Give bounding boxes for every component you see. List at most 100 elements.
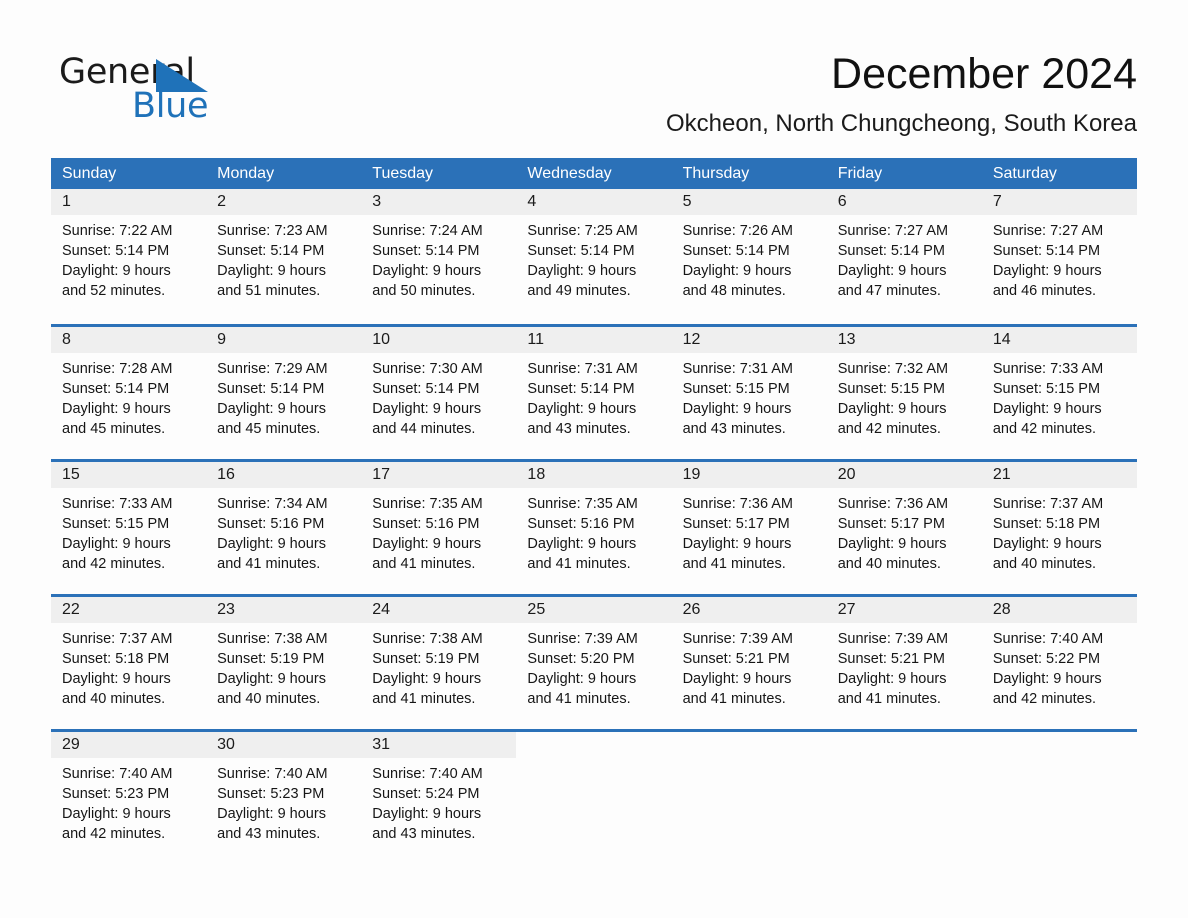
day-details: Sunrise: 7:31 AM Sunset: 5:15 PM Daylight:… (672, 353, 827, 439)
sunrise-text: Sunrise: 7:33 AM (992, 361, 1104, 377)
sunrise-text: Sunrise: 7:32 AM (837, 361, 949, 377)
day-details: Sunrise: 7:35 AM Sunset: 5:16 PM Daylight:… (516, 488, 671, 574)
daylight-text-line2: and 48 minutes. (682, 283, 786, 299)
calendar-day-cell[interactable]: 4 Sunrise: 7:25 AM Sunset: 5:14 PM Daylight… (516, 189, 672, 324)
sunset-text: Sunset: 5:15 PM (682, 381, 790, 397)
calendar-day-cell[interactable]: 13 Sunrise: 7:32 AM Sunset: 5:15 PM Dayligh… (826, 327, 982, 459)
calendar-day-cell[interactable]: 24 Sunrise: 7:38 AM Sunset: 5:19 PM Dayligh… (361, 597, 517, 729)
day-number: 16 (217, 466, 235, 483)
sunrise-text: Sunrise: 7:37 AM (992, 496, 1104, 512)
day-number-bar: 16 (206, 462, 362, 488)
sunrise-text: Sunrise: 7:39 AM (682, 631, 793, 647)
sunrise-text: Sunrise: 7:40 AM (62, 766, 173, 782)
daylight-text-line1: Daylight: 9 hours (837, 401, 947, 417)
sunset-text: Sunset: 5:14 PM (837, 243, 945, 259)
calendar-day-cell-empty (981, 732, 1137, 849)
day-number-bar: 11 (516, 327, 672, 353)
calendar-day-cell[interactable]: 17 Sunrise: 7:35 AM Sunset: 5:16 PM Dayligh… (361, 462, 517, 594)
calendar-day-cell[interactable]: 9 Sunrise: 7:29 AM Sunset: 5:14 PM Daylight… (206, 327, 362, 459)
day-details: Sunrise: 7:38 AM Sunset: 5:19 PM Daylight:… (361, 623, 516, 709)
calendar-day-cell[interactable]: 7 Sunrise: 7:27 AM Sunset: 5:14 PM Daylight… (981, 189, 1137, 324)
daylight-text-line1: Daylight: 9 hours (372, 806, 482, 822)
day-details: Sunrise: 7:38 AM Sunset: 5:19 PM Daylight:… (206, 623, 361, 709)
day-number-bar (982, 732, 1137, 758)
sunrise-text: Sunrise: 7:25 AM (527, 223, 638, 239)
calendar-day-cell[interactable]: 20 Sunrise: 7:36 AM Sunset: 5:17 PM Dayligh… (826, 462, 982, 594)
weekday-header-monday: Monday (217, 165, 275, 182)
daylight-text-line2: and 52 minutes. (62, 283, 166, 299)
day-number-bar: 25 (516, 597, 672, 623)
weekday-header-row: Sunday Monday Tuesday Wednesday Thursday… (51, 158, 1137, 189)
sunrise-text: Sunrise: 7:35 AM (527, 496, 638, 512)
calendar-day-cell[interactable]: 2 Sunrise: 7:23 AM Sunset: 5:14 PM Daylight… (206, 189, 362, 324)
calendar-day-cell[interactable]: 15 Sunrise: 7:33 AM Sunset: 5:15 PM Dayligh… (51, 462, 207, 594)
daylight-text-line2: and 43 minutes. (682, 421, 786, 437)
calendar-day-cell[interactable]: 28 Sunrise: 7:40 AM Sunset: 5:22 PM Dayligh… (981, 597, 1137, 729)
weekday-header-thursday: Thursday (682, 165, 750, 182)
day-number: 7 (992, 193, 1002, 210)
calendar-day-cell[interactable]: 31 Sunrise: 7:40 AM Sunset: 5:24 PM Dayligh… (361, 732, 517, 849)
daylight-text-line1: Daylight: 9 hours (837, 536, 947, 552)
daylight-text-line2: and 40 minutes. (837, 556, 941, 572)
sunset-text: Sunset: 5:16 PM (372, 516, 480, 532)
daylight-text-line2: and 47 minutes. (837, 283, 941, 299)
calendar-day-cell[interactable]: 26 Sunrise: 7:39 AM Sunset: 5:21 PM Dayligh… (671, 597, 827, 729)
calendar-day-cell[interactable]: 23 Sunrise: 7:38 AM Sunset: 5:19 PM Dayligh… (206, 597, 362, 729)
masthead: General Blue December 2024 Okcheon, Nort… (51, 46, 1137, 146)
weekday-header-tuesday: Tuesday (372, 165, 434, 182)
sunset-text: Sunset: 5:15 PM (992, 381, 1101, 397)
calendar-day-cell[interactable]: 1 Sunrise: 7:22 AM Sunset: 5:14 PM Daylight… (51, 189, 207, 324)
sunset-text: Sunset: 5:23 PM (62, 786, 170, 802)
daylight-text-line2: and 41 minutes. (372, 556, 476, 572)
calendar-day-cell[interactable]: 25 Sunrise: 7:39 AM Sunset: 5:20 PM Dayligh… (516, 597, 672, 729)
calendar-day-cell[interactable]: 16 Sunrise: 7:34 AM Sunset: 5:16 PM Dayligh… (206, 462, 362, 594)
day-details: Sunrise: 7:27 AM Sunset: 5:14 PM Daylight:… (982, 215, 1137, 301)
calendar-day-cell[interactable]: 11 Sunrise: 7:31 AM Sunset: 5:14 PM Dayligh… (516, 327, 672, 459)
daylight-text-line1: Daylight: 9 hours (992, 671, 1102, 687)
calendar-day-cell[interactable]: 6 Sunrise: 7:27 AM Sunset: 5:14 PM Daylight… (826, 189, 982, 324)
sunset-text: Sunset: 5:14 PM (217, 381, 325, 397)
calendar-day-cell[interactable]: 5 Sunrise: 7:26 AM Sunset: 5:14 PM Daylight… (671, 189, 827, 324)
calendar-week-row: 8 Sunrise: 7:28 AM Sunset: 5:14 PM Daylight… (51, 324, 1137, 459)
daylight-text-line1: Daylight: 9 hours (62, 536, 171, 552)
generalblue-logo[interactable]: General Blue (59, 52, 329, 132)
daylight-text-line1: Daylight: 9 hours (62, 263, 171, 279)
daylight-text-line1: Daylight: 9 hours (682, 263, 792, 279)
sunrise-text: Sunrise: 7:38 AM (217, 631, 328, 647)
day-number-bar (827, 732, 982, 758)
calendar-day-cell[interactable]: 14 Sunrise: 7:33 AM Sunset: 5:15 PM Dayligh… (981, 327, 1137, 459)
day-number-bar: 4 (516, 189, 672, 215)
sunset-text: Sunset: 5:16 PM (217, 516, 325, 532)
day-details: Sunrise: 7:36 AM Sunset: 5:17 PM Daylight:… (827, 488, 982, 574)
day-number-bar: 1 (51, 189, 207, 215)
sunset-text: Sunset: 5:16 PM (527, 516, 635, 532)
day-number-bar: 7 (981, 189, 1137, 215)
daylight-text-line1: Daylight: 9 hours (992, 263, 1102, 279)
calendar-day-cell[interactable]: 18 Sunrise: 7:35 AM Sunset: 5:16 PM Dayligh… (516, 462, 672, 594)
day-number: 19 (682, 466, 701, 483)
calendar-day-cell[interactable]: 10 Sunrise: 7:30 AM Sunset: 5:14 PM Dayligh… (361, 327, 517, 459)
day-number-bar: 5 (671, 189, 827, 215)
calendar-day-cell[interactable]: 12 Sunrise: 7:31 AM Sunset: 5:15 PM Dayligh… (671, 327, 827, 459)
sunrise-text: Sunrise: 7:36 AM (682, 496, 793, 512)
daylight-text-line1: Daylight: 9 hours (837, 263, 947, 279)
calendar-day-cell[interactable]: 8 Sunrise: 7:28 AM Sunset: 5:14 PM Daylight… (51, 327, 207, 459)
daylight-text-line1: Daylight: 9 hours (62, 401, 171, 417)
day-number: 25 (527, 601, 546, 618)
daylight-text-line1: Daylight: 9 hours (217, 806, 326, 822)
calendar-day-cell[interactable]: 22 Sunrise: 7:37 AM Sunset: 5:18 PM Dayligh… (51, 597, 207, 729)
calendar-day-cell[interactable]: 29 Sunrise: 7:40 AM Sunset: 5:23 PM Dayligh… (51, 732, 207, 849)
day-number: 22 (62, 601, 80, 618)
calendar-day-cell[interactable]: 21 Sunrise: 7:37 AM Sunset: 5:18 PM Dayligh… (981, 462, 1137, 594)
sunset-text: Sunset: 5:17 PM (837, 516, 945, 532)
day-number-bar: 19 (671, 462, 827, 488)
day-details: Sunrise: 7:37 AM Sunset: 5:18 PM Daylight:… (982, 488, 1137, 574)
daylight-text-line1: Daylight: 9 hours (527, 263, 637, 279)
sunrise-text: Sunrise: 7:39 AM (837, 631, 949, 647)
day-number: 5 (682, 193, 692, 210)
calendar-day-cell[interactable]: 3 Sunrise: 7:24 AM Sunset: 5:14 PM Daylight… (361, 189, 517, 324)
calendar-day-cell[interactable]: 30 Sunrise: 7:40 AM Sunset: 5:23 PM Dayligh… (206, 732, 362, 849)
calendar-day-cell[interactable]: 19 Sunrise: 7:36 AM Sunset: 5:17 PM Dayligh… (671, 462, 827, 594)
calendar-day-cell[interactable]: 27 Sunrise: 7:39 AM Sunset: 5:21 PM Dayligh… (826, 597, 982, 729)
sunset-text: Sunset: 5:14 PM (372, 243, 480, 259)
